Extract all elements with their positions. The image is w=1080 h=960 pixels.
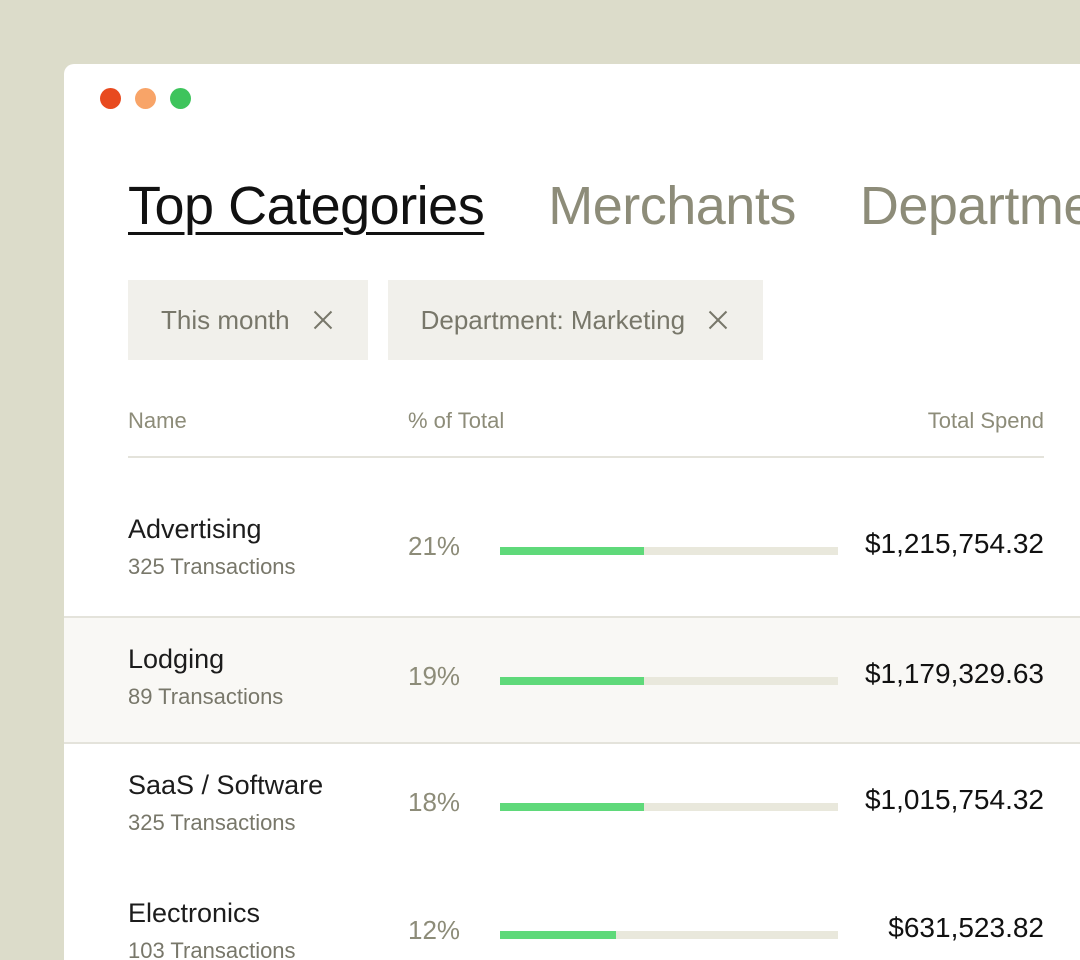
filter-chip-period[interactable]: This month: [128, 280, 368, 360]
window-close-button[interactable]: [100, 88, 121, 109]
tab-top-categories[interactable]: Top Categories: [128, 174, 485, 238]
percent-of-total: 18%: [408, 787, 461, 817]
transaction-count: 325 Transactions: [128, 554, 296, 579]
share-bar-fill: [500, 803, 644, 811]
table-row[interactable]: SaaS / Software 325 Transactions 18% $1,…: [64, 744, 1080, 872]
window-minimize-button[interactable]: [135, 88, 156, 109]
table-row[interactable]: Electronics 103 Transactions 12% $631,52…: [64, 872, 1080, 960]
total-spend: $631,523.82: [888, 912, 1044, 943]
tab-merchants[interactable]: Merchants: [548, 174, 796, 238]
share-bar-track: [500, 931, 838, 939]
category-name: Electronics: [128, 898, 261, 928]
percent-of-total: 21%: [408, 531, 461, 561]
category-name: Advertising: [128, 514, 262, 544]
table-row[interactable]: Lodging 89 Transactions 19% $1,179,329.6…: [64, 616, 1080, 744]
filter-chip-label: This month: [161, 304, 290, 335]
tab-departments[interactable]: Departments: [860, 174, 1080, 238]
filter-chip-label: Department: Marketing: [420, 304, 686, 335]
total-spend: $1,215,754.32: [864, 528, 1044, 559]
share-bar-fill: [500, 547, 644, 555]
close-icon[interactable]: [312, 309, 334, 331]
percent-of-total: 19%: [408, 661, 461, 691]
share-bar-track: [500, 547, 838, 555]
transaction-count: 325 Transactions: [128, 810, 296, 835]
column-header-name[interactable]: Name: [128, 408, 187, 434]
transaction-count: 103 Transactions: [128, 938, 296, 960]
category-name: Lodging: [128, 644, 225, 674]
total-spend: $1,015,754.32: [864, 784, 1044, 815]
close-icon[interactable]: [707, 309, 729, 331]
column-header-percent[interactable]: % of Total: [408, 408, 504, 434]
column-header-spend[interactable]: Total Spend: [928, 408, 1044, 434]
share-bar-track: [500, 677, 838, 685]
app-window: Top Categories Merchants Departments This …: [64, 64, 1080, 960]
category-name: SaaS / Software: [128, 770, 324, 800]
percent-of-total: 12%: [408, 915, 461, 945]
filter-chips: This month Department: Marketing: [128, 280, 783, 360]
share-bar-track: [500, 803, 838, 811]
share-bar-fill: [500, 931, 616, 939]
window-maximize-button[interactable]: [170, 88, 191, 109]
filter-chip-department[interactable]: Department: Marketing: [387, 280, 764, 360]
total-spend: $1,179,329.63: [864, 658, 1044, 689]
table-row[interactable]: Advertising 325 Transactions 21% $1,215,…: [64, 488, 1080, 616]
tab-bar: Top Categories Merchants Departments: [128, 174, 1080, 244]
transaction-count: 89 Transactions: [128, 684, 284, 709]
share-bar-fill: [500, 677, 644, 685]
table-header: Name % of Total Total Spend: [128, 408, 1044, 458]
